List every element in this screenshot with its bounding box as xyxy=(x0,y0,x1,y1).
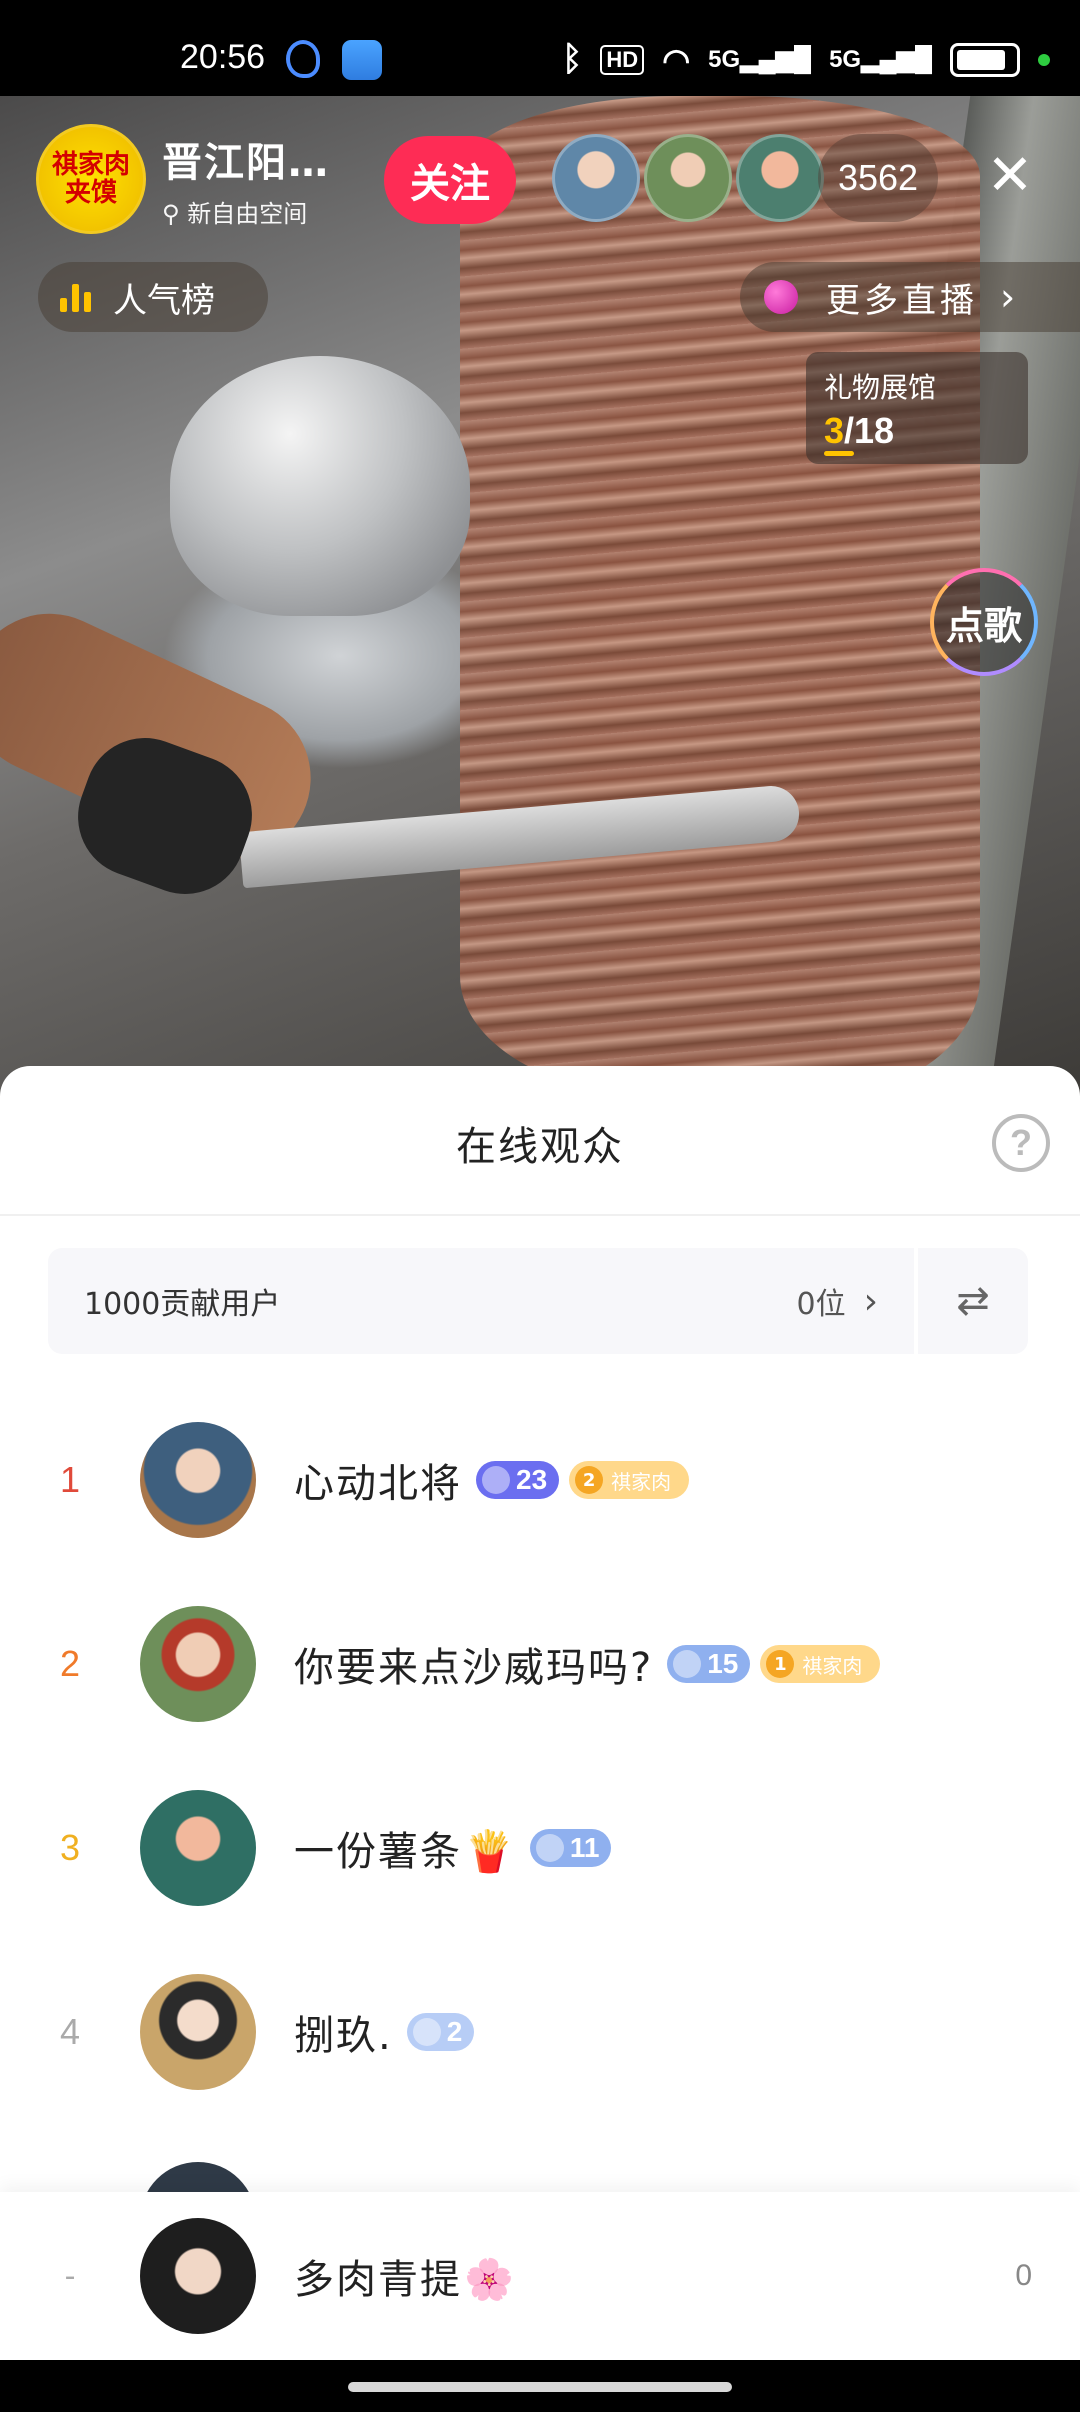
fries-emoji: 🍟 xyxy=(464,1829,516,1875)
gift-hall-card[interactable]: 礼物展馆 3/18 xyxy=(806,352,1028,464)
hd-icon: HD xyxy=(600,44,645,75)
audience-row[interactable]: 2 你要来点沙威玛吗? 15 1 祺家肉 xyxy=(0,1604,1080,1724)
follow-button[interactable]: 关注 xyxy=(384,136,516,224)
fan-club-badge: 1 祺家肉 xyxy=(760,1645,881,1683)
popularity-rank-label: 人气榜 xyxy=(113,280,215,321)
host-location: 新自由空间 xyxy=(187,199,308,228)
level-badge: 23 xyxy=(476,1461,560,1499)
diamond-icon xyxy=(673,1650,702,1678)
signal-icon: 5G▂▄▆█ xyxy=(708,46,812,73)
hexagon-icon xyxy=(482,1466,510,1494)
song-request-button[interactable]: 点歌 xyxy=(930,568,1038,676)
my-contribution-value: 0 xyxy=(1015,2259,1032,2292)
avatar[interactable] xyxy=(140,1974,256,2090)
video-pot xyxy=(170,356,470,616)
rank-number: 2 xyxy=(59,1643,81,1684)
weather-icon xyxy=(342,40,382,80)
sheet-title: 在线观众 xyxy=(456,1124,624,1170)
gift-hall-total: /18 xyxy=(844,410,895,451)
viewer-count[interactable]: 3562 xyxy=(818,134,938,222)
online-audience-sheet: 在线观众 ? 1000贡献用户 0位 › ⇄ 1 心动北将 23 2 祺家肉 2 … xyxy=(0,1066,1080,2360)
user-name: 捌玖. xyxy=(294,2013,393,2059)
contrib-count: 0位 xyxy=(796,1287,846,1322)
video-meat xyxy=(460,96,980,1096)
battery-icon xyxy=(950,42,1020,77)
flower-emoji: 🌸 xyxy=(464,2257,516,2303)
audience-row[interactable]: 4 捌玖. 2 xyxy=(0,1972,1080,2092)
gem-icon xyxy=(764,280,798,314)
bar-chart-icon xyxy=(60,282,91,312)
live-video[interactable] xyxy=(0,96,1080,1096)
my-avatar[interactable] xyxy=(140,2218,256,2334)
close-icon[interactable]: ✕ xyxy=(980,146,1040,206)
audience-row[interactable]: 1 心动北将 23 2 祺家肉 xyxy=(0,1420,1080,1540)
rank-number: 1 xyxy=(59,1459,81,1500)
my-name: 多肉青提🌸 xyxy=(294,2257,516,2303)
host-info[interactable]: 祺家肉夹馍 晋江阳… ⚲ 新自由空间 xyxy=(36,124,330,234)
level-badge: 11 xyxy=(529,1829,612,1867)
gift-hall-progress xyxy=(824,451,854,456)
my-audience-row[interactable]: - 多肉青提🌸 0 xyxy=(0,2192,1080,2360)
user-name: 心动北将 xyxy=(294,1461,462,1507)
user-name: 你要来点沙威玛吗? xyxy=(294,1645,654,1691)
more-live-label: 更多直播 xyxy=(826,280,978,321)
chevron-right-icon: › xyxy=(1000,275,1016,319)
popularity-rank-button[interactable]: 人气榜 xyxy=(38,262,268,332)
status-time: 20:56 xyxy=(180,38,266,76)
avatar[interactable] xyxy=(140,1606,256,1722)
diamond-icon xyxy=(535,1834,564,1862)
location-pin-icon: ⚲ xyxy=(162,199,188,228)
my-rank: - xyxy=(64,2258,76,2294)
bluetooth-icon: ᛒ xyxy=(562,40,583,78)
privacy-indicator-icon xyxy=(1038,53,1050,66)
fan-club-badge: 2 祺家肉 xyxy=(569,1461,690,1499)
audience-row[interactable]: 3 一份薯条🍟 11 xyxy=(0,1788,1080,1908)
avatar[interactable] xyxy=(140,1790,256,1906)
rank-number: 3 xyxy=(59,1827,81,1868)
status-bar: 20:56 ᛒ HD ◠ 5G▂▄▆█ 5G▂▄▆█ xyxy=(0,0,1080,96)
swap-icon[interactable]: ⇄ xyxy=(918,1248,1028,1354)
diamond-icon xyxy=(412,2018,441,2046)
app-notification-icon xyxy=(286,40,320,78)
user-name: 一份薯条🍟 xyxy=(294,1829,516,1875)
fan-level-icon: 2 xyxy=(575,1466,604,1494)
contrib-label: 1000贡献用户 xyxy=(84,1287,281,1322)
level-badge: 2 xyxy=(406,2013,475,2051)
more-live-button[interactable]: 更多直播 › xyxy=(740,262,1080,332)
divider xyxy=(0,1214,1080,1216)
wifi-icon: ◠ xyxy=(662,41,691,78)
host-name: 晋江阳… xyxy=(162,139,330,186)
top-viewer-avatar[interactable] xyxy=(552,134,640,222)
top-viewer-avatar[interactable] xyxy=(644,134,732,222)
avatar[interactable] xyxy=(140,1422,256,1538)
fan-level-icon: 1 xyxy=(766,1650,795,1678)
level-badge: 15 xyxy=(667,1645,751,1683)
host-avatar-logo: 祺家肉夹馍 xyxy=(51,150,130,208)
gift-hall-title: 礼物展馆 xyxy=(824,371,937,404)
host-avatar[interactable]: 祺家肉夹馍 xyxy=(36,124,146,234)
help-icon[interactable]: ? xyxy=(992,1114,1050,1172)
chevron-right-icon: › xyxy=(863,1280,878,1322)
rank-number: 4 xyxy=(59,2011,81,2052)
signal-icon: 5G▂▄▆█ xyxy=(829,46,932,73)
gift-hall-current: 3 xyxy=(824,410,845,451)
top-viewer-avatar[interactable] xyxy=(736,134,824,222)
contributors-bar[interactable]: 1000贡献用户 0位 › xyxy=(48,1248,914,1354)
home-indicator[interactable] xyxy=(0,2360,1080,2412)
